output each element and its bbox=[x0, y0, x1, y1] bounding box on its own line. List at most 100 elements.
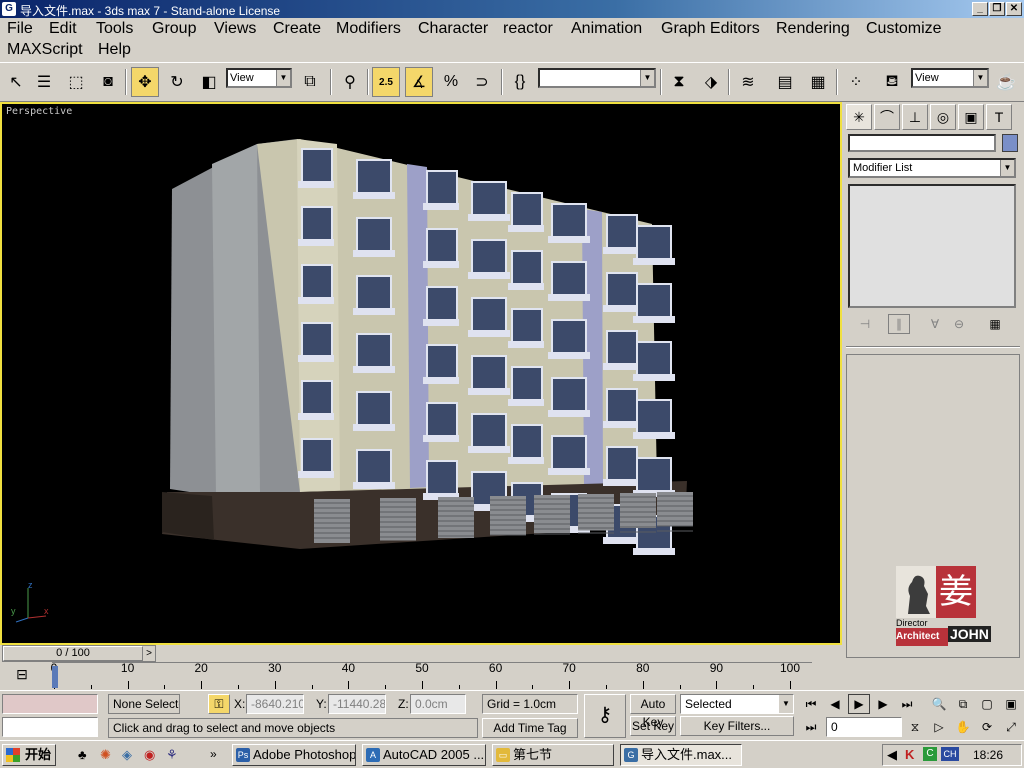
select-and-rotate-icon[interactable]: ↻ bbox=[163, 67, 191, 97]
start-button[interactable]: 开始 bbox=[2, 744, 56, 766]
ime-indicator[interactable]: CH bbox=[941, 747, 959, 761]
mini-curve-editor-icon[interactable]: ⊟ bbox=[8, 666, 36, 686]
modifier-stack[interactable] bbox=[848, 184, 1016, 308]
quicklaunch-icon-3[interactable]: ◈ bbox=[122, 747, 132, 763]
pivot-center-icon[interactable]: ⧉ bbox=[296, 67, 324, 97]
menu-help[interactable]: Help bbox=[98, 40, 131, 60]
restore-button[interactable]: ❐ bbox=[989, 2, 1005, 16]
menu-rendering[interactable]: Rendering bbox=[776, 19, 850, 39]
menu-customize[interactable]: Customize bbox=[866, 19, 942, 39]
mirror-icon[interactable]: ⧗ bbox=[665, 67, 693, 97]
snap-toggle-icon[interactable]: 2.5 bbox=[372, 67, 400, 97]
menu-character[interactable]: Character bbox=[418, 19, 488, 39]
select-and-scale-icon[interactable]: ◧ bbox=[195, 67, 223, 97]
maxscript-input[interactable] bbox=[2, 717, 98, 737]
select-and-link-icon[interactable]: ⚲ bbox=[336, 67, 364, 97]
add-time-tag-button[interactable]: Add Time Tag bbox=[482, 718, 578, 738]
material-editor-icon[interactable]: ⁘ bbox=[842, 67, 870, 97]
quick-render-teapot-icon[interactable]: ☕ bbox=[992, 67, 1020, 97]
menu-graph-editors[interactable]: Graph Editors bbox=[661, 19, 760, 39]
render-type-select[interactable]: View ▼ bbox=[911, 68, 989, 88]
quicklaunch-icon-1[interactable]: ♣ bbox=[78, 747, 87, 762]
motion-icon[interactable]: ◎ bbox=[930, 104, 956, 130]
task-autocad[interactable]: A AutoCAD 2005 ... bbox=[362, 744, 486, 766]
edit-named-selection-icon[interactable]: {} bbox=[506, 67, 534, 97]
key-filters-button[interactable]: Key Filters... bbox=[680, 716, 794, 736]
go-to-end-icon[interactable]: ⏭ bbox=[896, 694, 918, 714]
rectangular-selection-icon[interactable]: ⬚ bbox=[62, 67, 90, 97]
select-object-icon[interactable]: ↖ bbox=[2, 67, 30, 97]
window-crossing-icon[interactable]: ◙ bbox=[94, 67, 122, 97]
y-coord-field[interactable]: -11440.283 bbox=[328, 694, 386, 714]
track-bar[interactable]: ⊟ 0102030405060708090100 bbox=[0, 661, 842, 690]
set-key-toggle-icon[interactable]: ⚷ bbox=[584, 694, 626, 738]
object-name-field[interactable] bbox=[848, 134, 996, 152]
z-coord-field[interactable]: 0.0cm bbox=[410, 694, 466, 714]
next-frame-icon[interactable]: ▶ bbox=[872, 694, 894, 714]
schematic-view-icon[interactable]: ▦ bbox=[804, 67, 832, 97]
quicklaunch-more-icon[interactable]: » bbox=[210, 747, 217, 761]
menu-group[interactable]: Group bbox=[152, 19, 196, 39]
quicklaunch-icon-5[interactable]: ⚘ bbox=[166, 747, 178, 763]
time-slider-thumb[interactable]: 0 / 100 bbox=[3, 646, 143, 661]
menu-animation[interactable]: Animation bbox=[571, 19, 642, 39]
layer-manager-icon[interactable]: ≋ bbox=[734, 67, 762, 97]
show-end-result-icon[interactable]: ∥ bbox=[888, 314, 910, 334]
previous-frame-icon[interactable]: ◀ bbox=[824, 694, 846, 714]
make-unique-icon[interactable]: ∀ bbox=[924, 314, 946, 334]
time-slider[interactable]: 0 / 100 > bbox=[2, 645, 156, 662]
volume-icon[interactable]: ◀ bbox=[887, 747, 897, 763]
quicklaunch-icon-2[interactable]: ✺ bbox=[100, 747, 111, 763]
zoom-icon[interactable]: 🔍 bbox=[928, 694, 950, 714]
curve-editor-icon[interactable]: ▤ bbox=[771, 67, 799, 97]
key-mode-toggle-icon[interactable]: ⏭ bbox=[800, 717, 822, 737]
3dsmax-app-icon[interactable]: G bbox=[2, 2, 16, 16]
modifier-list-dropdown[interactable]: Modifier List ▼ bbox=[848, 158, 1016, 178]
task-folder[interactable]: ▭ 第七节 bbox=[492, 744, 614, 766]
close-button[interactable]: ✕ bbox=[1006, 2, 1022, 16]
maximize-viewport-icon[interactable]: ⤢ bbox=[1000, 717, 1022, 737]
time-slider-next-arrow[interactable]: > bbox=[143, 646, 155, 661]
zoom-extents-icon[interactable]: ▢ bbox=[976, 694, 998, 714]
select-and-move-icon[interactable]: ✥ bbox=[131, 67, 159, 97]
maxscript-listener-mini[interactable] bbox=[2, 694, 98, 714]
quicklaunch-icon-4[interactable]: ◉ bbox=[144, 747, 155, 763]
track-ruler[interactable]: 0102030405060708090100 bbox=[51, 661, 812, 689]
key-mode-select[interactable]: Selected ▼ bbox=[680, 694, 794, 714]
auto-key-button[interactable]: Auto Key bbox=[630, 694, 676, 729]
object-color-swatch[interactable] bbox=[1002, 134, 1018, 152]
pan-view-icon[interactable]: ✋ bbox=[952, 717, 974, 737]
menu-file[interactable]: File bbox=[7, 19, 33, 39]
menu-views[interactable]: Views bbox=[214, 19, 256, 39]
set-key-button[interactable]: Set Key bbox=[630, 716, 676, 736]
reference-coordinate-select[interactable]: View ▼ bbox=[226, 68, 292, 88]
modify-icon[interactable]: ⌒ bbox=[874, 104, 900, 130]
remove-modifier-icon[interactable]: ⊖ bbox=[948, 314, 970, 334]
angle-snap-icon[interactable]: ∡ bbox=[405, 67, 433, 97]
menu-reactor[interactable]: reactor bbox=[503, 19, 553, 39]
tray-app-icon[interactable]: C bbox=[923, 747, 937, 761]
menu-modifiers[interactable]: Modifiers bbox=[336, 19, 401, 39]
perspective-viewport[interactable]: Perspective z x y bbox=[0, 102, 842, 645]
menu-create[interactable]: Create bbox=[273, 19, 321, 39]
current-frame-field[interactable]: 0 bbox=[826, 717, 902, 737]
current-frame-marker[interactable] bbox=[52, 666, 58, 688]
percent-snap-icon[interactable]: % bbox=[437, 67, 465, 97]
field-of-view-icon[interactable]: ▷ bbox=[928, 717, 950, 737]
pin-stack-icon[interactable]: ⊣ bbox=[854, 314, 876, 334]
lock-selection-icon[interactable]: ⚿ bbox=[208, 694, 230, 714]
minimize-button[interactable]: _ bbox=[972, 2, 988, 16]
align-icon[interactable]: ⬗ bbox=[697, 67, 725, 97]
menu-tools[interactable]: Tools bbox=[96, 19, 133, 39]
named-selection-set-select[interactable]: ▼ bbox=[538, 68, 656, 88]
play-icon[interactable]: ▶ bbox=[848, 694, 870, 714]
go-to-start-icon[interactable]: ⏮ bbox=[800, 694, 822, 714]
configure-modifier-sets-icon[interactable]: ▦ bbox=[984, 314, 1006, 334]
display-icon[interactable]: ▣ bbox=[958, 104, 984, 130]
spinner-snap-icon[interactable]: ⊃ bbox=[468, 67, 496, 97]
utilities-icon[interactable]: T bbox=[986, 104, 1012, 130]
menu-edit[interactable]: Edit bbox=[49, 19, 77, 39]
task-photoshop[interactable]: Ps Adobe Photoshop bbox=[232, 744, 356, 766]
zoom-all-icon[interactable]: ⧉ bbox=[952, 694, 974, 714]
time-configuration-icon[interactable]: ⧖ bbox=[904, 717, 926, 737]
